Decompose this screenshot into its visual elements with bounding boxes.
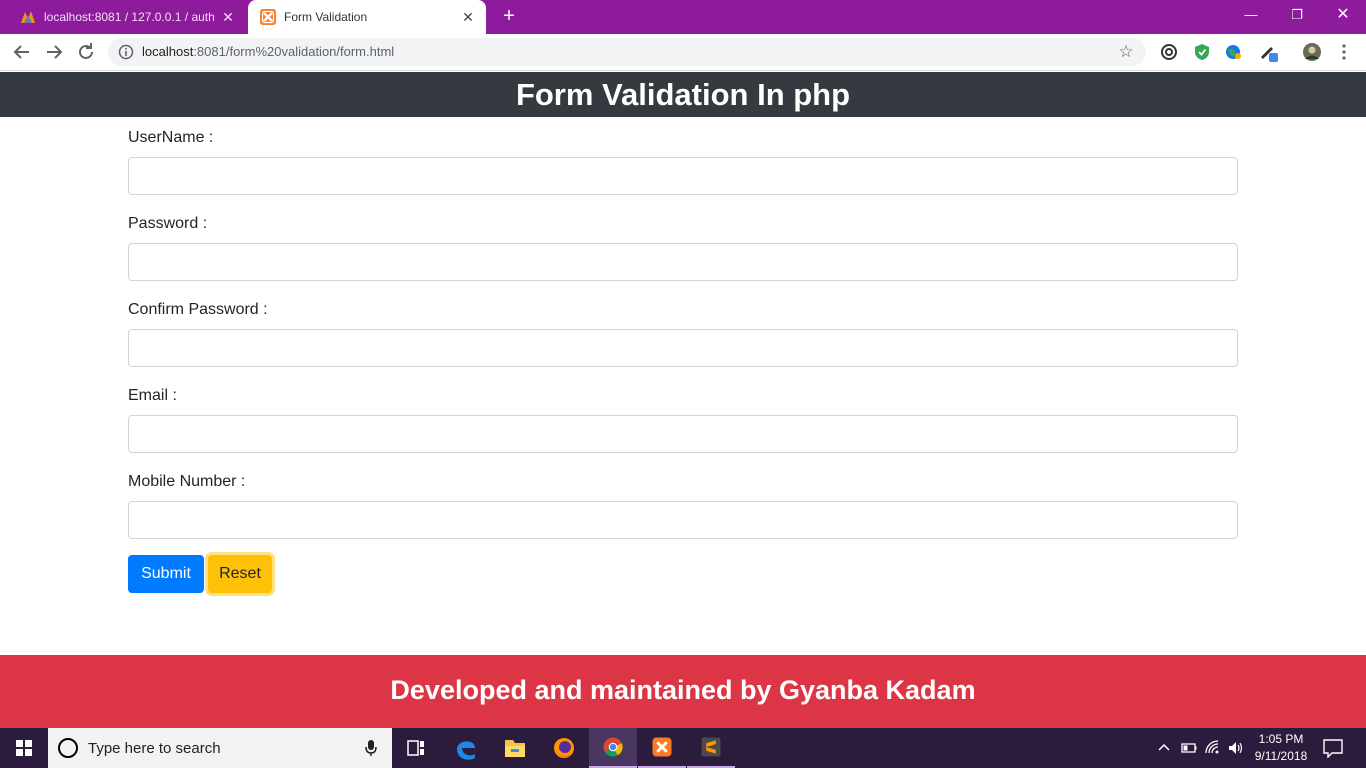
menu-kebab-icon[interactable] — [1334, 42, 1354, 62]
new-tab-button[interactable]: + — [498, 5, 520, 27]
mobile-number-input[interactable] — [128, 501, 1238, 539]
tab-title: Form Validation — [284, 10, 368, 24]
restore-button[interactable]: ❐ — [1274, 0, 1320, 30]
address-bar[interactable]: localhost:8081/form%20validation/form.ht… — [108, 38, 1146, 66]
footer-text: Developed and maintained by Gyanba Kadam — [390, 675, 976, 705]
browser-toolbar: localhost:8081/form%20validation/form.ht… — [0, 34, 1366, 71]
battery-icon[interactable] — [1180, 739, 1198, 757]
profile-avatar-icon[interactable] — [1302, 42, 1322, 62]
file-explorer-icon[interactable] — [491, 728, 539, 768]
sublime-text-icon[interactable] — [687, 728, 735, 768]
pen-extension-icon[interactable] — [1258, 42, 1278, 62]
wifi-icon[interactable] — [1204, 739, 1222, 757]
cortana-icon — [58, 738, 78, 758]
info-icon[interactable] — [118, 44, 134, 60]
taskbar-clock[interactable]: 1:05 PM 9/11/2018 — [1248, 731, 1314, 765]
chevron-up-icon[interactable] — [1155, 739, 1173, 757]
xampp-icon — [260, 9, 276, 25]
url-path: :8081/form%20validation/form.html — [193, 44, 395, 59]
xampp-taskbar-icon[interactable] — [638, 728, 686, 768]
minimize-button[interactable]: — — [1228, 0, 1274, 30]
shield-extension-icon[interactable] — [1192, 42, 1212, 62]
close-window-button[interactable]: ✕ — [1320, 0, 1366, 30]
close-icon[interactable]: ✕ — [460, 9, 476, 25]
taskbar-search-box[interactable]: Type here to search — [48, 728, 392, 768]
reload-icon[interactable] — [74, 40, 98, 64]
username-field: UserName : — [128, 117, 1238, 203]
clock-date: 9/11/2018 — [1254, 749, 1308, 763]
username-label: UserName : — [128, 129, 214, 146]
page-title: Form Validation In php — [515, 77, 851, 112]
email-input[interactable] — [128, 415, 1238, 453]
page-footer: Developed and maintained by Gyanba Kadam — [0, 655, 1366, 728]
windows-start-icon[interactable] — [0, 728, 48, 768]
notification-center-icon[interactable] — [1322, 738, 1344, 758]
tab-form-validation[interactable]: Form Validation ✕ — [248, 0, 486, 34]
firefox-icon[interactable] — [540, 728, 588, 768]
tab-phpmyadmin[interactable]: localhost:8081 / 127.0.0.1 / authe ✕ — [8, 0, 246, 34]
url-host: localhost — [142, 44, 194, 59]
confirm-password-input[interactable] — [128, 329, 1238, 367]
mobile-number-label: Mobile Number : — [128, 473, 246, 490]
reset-button[interactable]: Reset — [208, 555, 272, 593]
mobile-number-field: Mobile Number : — [128, 461, 1238, 547]
password-input[interactable] — [128, 243, 1238, 281]
registration-form: UserName : Password : Confirm Password :… — [128, 117, 1238, 547]
task-view-icon[interactable] — [392, 728, 440, 768]
email-label: Email : — [128, 387, 177, 404]
password-label: Password : — [128, 215, 208, 232]
microphone-icon[interactable] — [364, 739, 378, 757]
submit-button[interactable]: Submit — [128, 555, 204, 593]
password-field: Password : — [128, 203, 1238, 289]
taskbar-search-placeholder: Type here to search — [88, 740, 221, 757]
globe-extension-icon[interactable] — [1223, 42, 1243, 62]
email-field: Email : — [128, 375, 1238, 461]
bookmark-star-icon[interactable]: ☆ — [1116, 42, 1136, 62]
edge-browser-icon[interactable] — [442, 728, 490, 768]
extension-sync-icon[interactable] — [1159, 42, 1179, 62]
browser-tab-strip: localhost:8081 / 127.0.0.1 / authe ✕ For… — [0, 0, 1366, 34]
confirm-password-label: Confirm Password : — [128, 301, 268, 318]
windows-taskbar: Type here to search 1:05 PM 9/11/2018 — [0, 728, 1366, 768]
confirm-password-field: Confirm Password : — [128, 289, 1238, 375]
chrome-icon[interactable] — [589, 728, 637, 768]
back-arrow-icon[interactable] — [10, 40, 34, 64]
username-input[interactable] — [128, 157, 1238, 195]
tab-title: localhost:8081 / 127.0.0.1 / authe — [44, 10, 214, 24]
forward-arrow-icon[interactable] — [42, 40, 66, 64]
close-icon[interactable]: ✕ — [220, 9, 236, 25]
url-text[interactable]: localhost:8081/form%20validation/form.ht… — [142, 44, 394, 59]
clock-time: 1:05 PM — [1258, 732, 1304, 746]
page-header: Form Validation In php — [0, 72, 1366, 117]
phpmyadmin-icon — [21, 11, 35, 23]
volume-icon[interactable] — [1227, 739, 1245, 757]
